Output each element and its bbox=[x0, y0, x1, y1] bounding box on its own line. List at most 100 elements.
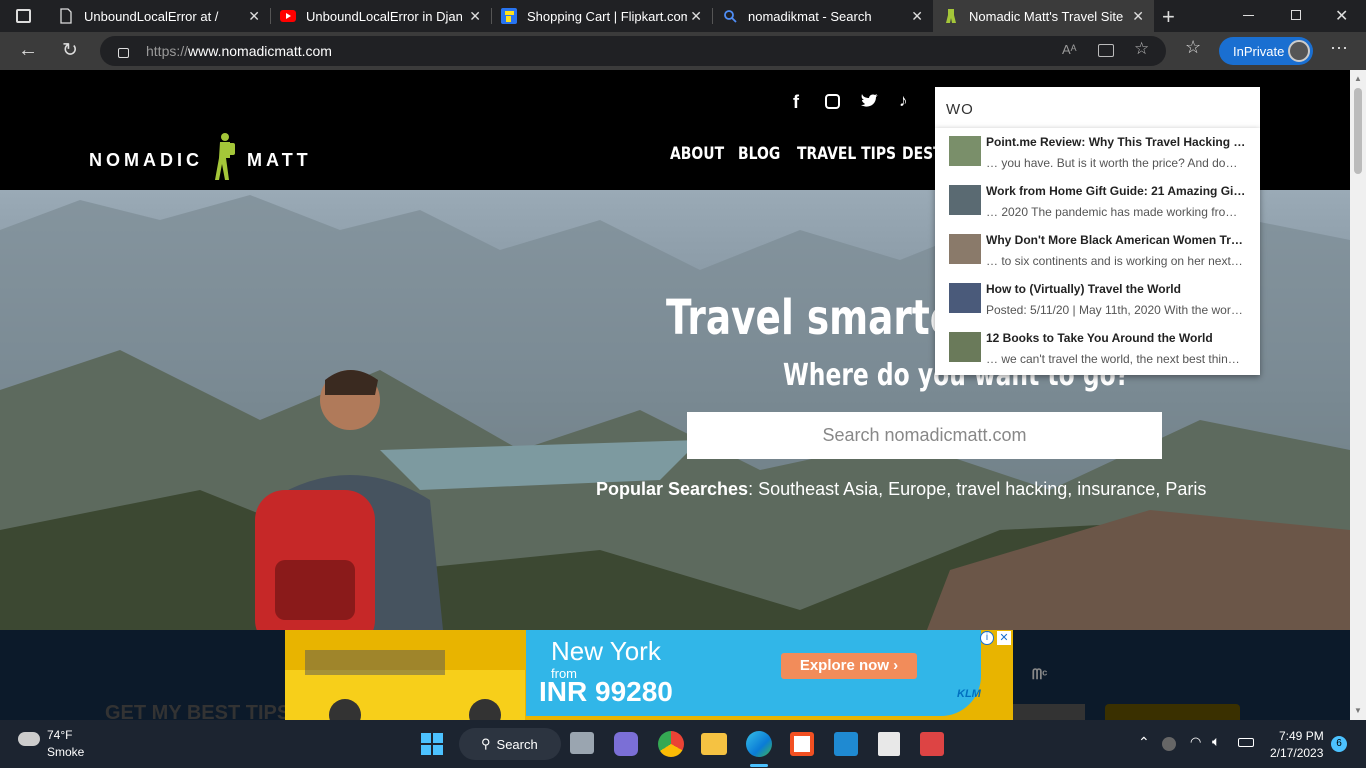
nav-about[interactable]: ABOUT bbox=[670, 144, 724, 164]
volume-icon[interactable]: 🔈︎ bbox=[1212, 733, 1220, 750]
scroll-down-arrow[interactable]: ▼ bbox=[1354, 706, 1362, 715]
header-search-input[interactable]: WO bbox=[935, 87, 1260, 129]
back-icon[interactable]: ← bbox=[18, 39, 38, 62]
search-icon bbox=[722, 8, 738, 24]
taskbar-search[interactable]: ⚲ Search bbox=[459, 728, 561, 760]
ad-city: New York bbox=[551, 636, 661, 666]
facebook-icon[interactable]: f bbox=[793, 92, 799, 113]
tab-title: UnboundLocalError in Django bbox=[306, 8, 462, 24]
popular-searches-links[interactable]: : Southeast Asia, Europe, travel hacking… bbox=[748, 479, 1206, 499]
edge-icon[interactable] bbox=[746, 731, 772, 757]
close-tab-icon[interactable]: ✕ bbox=[690, 8, 702, 25]
weather-condition: Smoke bbox=[47, 745, 85, 759]
tab-1[interactable]: UnboundLocalError at / ✕ bbox=[48, 0, 270, 32]
ad-close-icon[interactable]: ✕ bbox=[997, 631, 1011, 645]
popular-searches-label: Popular Searches bbox=[596, 479, 749, 499]
store-icon[interactable] bbox=[790, 732, 814, 756]
notification-count: 6 bbox=[1336, 738, 1342, 749]
weather-temp: 74°F bbox=[47, 728, 73, 742]
close-window-icon[interactable]: ✕ bbox=[1335, 6, 1348, 26]
lock-icon bbox=[118, 48, 129, 58]
notification-badge[interactable]: 6 bbox=[1331, 736, 1347, 752]
refresh-icon[interactable]: ↻ bbox=[62, 39, 78, 62]
suggestion-snippet: … we can't travel the world, the next be… bbox=[986, 352, 1240, 366]
twitter-icon[interactable] bbox=[861, 93, 878, 112]
ad-cta-label: Explore now bbox=[799, 657, 889, 674]
tab-title: UnboundLocalError at / bbox=[84, 8, 219, 24]
new-tab-icon[interactable]: + bbox=[1162, 4, 1175, 30]
favorites-icon[interactable]: ☆ bbox=[1185, 37, 1201, 58]
inprivate-button[interactable]: InPrivate bbox=[1219, 37, 1313, 65]
suggestion-item[interactable]: Why Don't More Black American Women Tr… … bbox=[935, 226, 1260, 275]
hero-search-placeholder: Search nomadicmatt.com bbox=[822, 425, 1027, 445]
chrome-icon[interactable] bbox=[658, 731, 684, 757]
show-hidden-icons[interactable]: ⌃ bbox=[1138, 734, 1150, 751]
newsletter-button[interactable] bbox=[1105, 704, 1240, 720]
nav-travel-tips[interactable]: TRAVEL TIPS bbox=[797, 144, 896, 164]
tab-4[interactable]: nomadikmat - Search ✕ bbox=[712, 0, 933, 32]
file-explorer-icon[interactable] bbox=[701, 733, 727, 755]
newsletter-heading: GET MY BEST TIPS S bbox=[105, 702, 310, 720]
url-field[interactable]: https://www.nomadicmatt.com Aᴬ ☆ bbox=[100, 36, 1166, 66]
close-tab-icon[interactable]: ✕ bbox=[248, 8, 260, 25]
url-host: www.nomadicmatt.com bbox=[188, 43, 332, 59]
suggestion-thumbnail bbox=[949, 283, 981, 313]
youtube-icon bbox=[280, 8, 296, 24]
nav-blog[interactable]: BLOG bbox=[738, 144, 780, 164]
clock-date[interactable]: 2/17/2023 bbox=[1270, 746, 1323, 760]
read-aloud-icon[interactable]: Aᴬ bbox=[1062, 42, 1077, 57]
backpacker-logo-icon bbox=[212, 132, 238, 182]
logo-text-right: MATT bbox=[247, 149, 312, 170]
tab-5-active[interactable]: Nomadic Matt's Travel Site ✕ bbox=[933, 0, 1154, 32]
wifi-icon[interactable]: ◠ bbox=[1190, 734, 1201, 750]
suggestion-thumbnail bbox=[949, 234, 981, 264]
suggestion-snippet: … 2020 The pandemic has made working fro… bbox=[986, 205, 1238, 219]
page-scrollbar[interactable]: ▲ ▼ bbox=[1350, 70, 1366, 720]
more-menu-icon[interactable]: ⋯ bbox=[1330, 38, 1348, 59]
search-icon: ⚲ bbox=[481, 736, 491, 751]
avatar bbox=[1288, 40, 1310, 62]
suggestion-thumbnail bbox=[949, 185, 981, 215]
weather-icon[interactable] bbox=[18, 732, 40, 746]
battery-icon[interactable] bbox=[1238, 738, 1254, 747]
close-tab-icon[interactable]: ✕ bbox=[1132, 8, 1144, 25]
suggestion-item[interactable]: Work from Home Gift Guide: 21 Amazing Gi… bbox=[935, 177, 1260, 226]
tab-3[interactable]: Shopping Cart | Flipkart.com ✕ bbox=[491, 0, 712, 32]
address-bar-row: ← ↻ https://www.nomadicmatt.com Aᴬ ☆ ☆ I… bbox=[0, 32, 1366, 70]
add-favorite-icon[interactable]: ☆ bbox=[1134, 39, 1149, 59]
vscode-icon[interactable] bbox=[834, 732, 858, 756]
snipping-tool-icon[interactable] bbox=[920, 732, 944, 756]
windows-start-icon[interactable] bbox=[421, 733, 443, 755]
app-available-icon[interactable] bbox=[1098, 44, 1114, 57]
task-view-icon[interactable] bbox=[570, 732, 594, 754]
close-tab-icon[interactable]: ✕ bbox=[911, 8, 923, 25]
scroll-thumb[interactable] bbox=[1354, 88, 1362, 174]
close-tab-icon[interactable]: ✕ bbox=[469, 8, 481, 25]
restore-icon[interactable] bbox=[1291, 10, 1301, 20]
tab-bar: UnboundLocalError at / ✕ UnboundLocalErr… bbox=[0, 0, 1366, 32]
clock-time[interactable]: 7:49 PM bbox=[1279, 729, 1324, 743]
minimize-icon[interactable] bbox=[1243, 15, 1254, 16]
presentation-app-icon[interactable] bbox=[878, 732, 900, 756]
ad-info-icon[interactable]: i bbox=[980, 631, 994, 645]
tab-title: nomadikmat - Search bbox=[748, 8, 872, 24]
suggestion-item[interactable]: 12 Books to Take You Around the World … … bbox=[935, 324, 1260, 373]
suggestion-snippet: … to six continents and is working on he… bbox=[986, 254, 1243, 268]
tiktok-icon[interactable]: ♪ bbox=[899, 91, 908, 111]
taskbar-search-label: Search bbox=[496, 736, 538, 752]
tab-actions-icon[interactable] bbox=[16, 9, 31, 23]
scroll-up-arrow[interactable]: ▲ bbox=[1354, 74, 1362, 83]
suggestion-item[interactable]: Point.me Review: Why This Travel Hacking… bbox=[935, 128, 1260, 177]
teams-chat-icon[interactable] bbox=[614, 732, 638, 756]
instagram-icon[interactable] bbox=[825, 94, 840, 109]
ad-cta-button[interactable]: Explore now › bbox=[781, 653, 917, 679]
logo[interactable]: NOMADIC MATT bbox=[89, 133, 312, 186]
url-prefix: https:// bbox=[146, 43, 189, 59]
security-icon[interactable] bbox=[1162, 737, 1176, 751]
ad-banner[interactable]: New York from INR 99280 Explore now › KL… bbox=[285, 630, 1013, 720]
tab-2[interactable]: UnboundLocalError in Django ✕ bbox=[270, 0, 491, 32]
hero-search-input[interactable]: Search nomadicmatt.com bbox=[687, 412, 1162, 459]
suggestion-item[interactable]: How to (Virtually) Travel the World Post… bbox=[935, 275, 1260, 324]
suggestion-snippet: … you have. But is it worth the price? A… bbox=[986, 156, 1244, 170]
popular-searches: Popular Searches: Southeast Asia, Europe… bbox=[596, 479, 1206, 500]
